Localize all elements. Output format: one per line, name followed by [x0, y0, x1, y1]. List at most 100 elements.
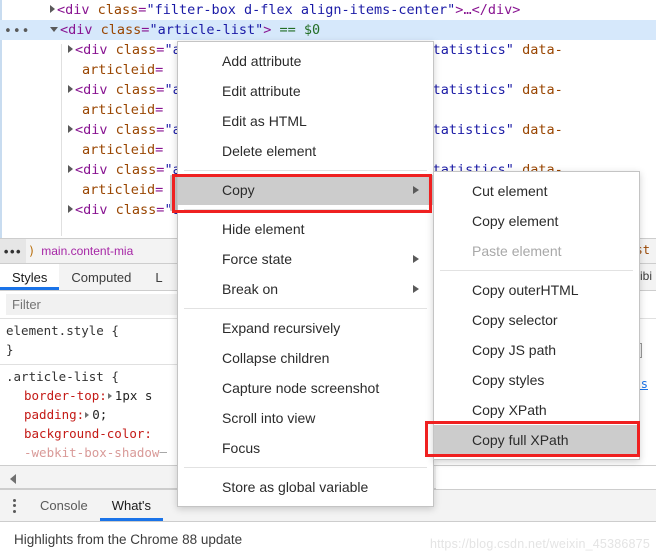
- menu-separator: [184, 308, 427, 309]
- expand-shorthand-icon[interactable]: [85, 412, 90, 418]
- style-value[interactable]: 0;: [92, 407, 107, 422]
- expand-arrow-icon[interactable]: [50, 5, 55, 13]
- style-property: border-top:: [24, 388, 107, 403]
- menu-item-label: Break on: [222, 281, 279, 297]
- menu-item-label: Focus: [222, 440, 261, 456]
- menu-item-break-on[interactable]: Break on: [178, 274, 433, 304]
- menu-item-copy-styles[interactable]: Copy styles: [434, 365, 639, 395]
- kebab-dot: [12, 509, 16, 513]
- style-property: -webkit-box-shadow: [24, 445, 160, 460]
- more-options-icon[interactable]: [0, 490, 28, 521]
- menu-item-copy-js-path[interactable]: Copy JS path: [434, 335, 639, 365]
- tab-layout-truncated[interactable]: L: [143, 264, 174, 290]
- expand-arrow-icon[interactable]: [68, 165, 73, 173]
- dom-row-text: articleid=: [82, 182, 164, 198]
- menu-item-label: Edit as HTML: [222, 113, 307, 129]
- expand-arrow-icon[interactable]: [68, 85, 73, 93]
- menu-item-label: Delete element: [222, 143, 317, 159]
- menu-item-delete-element[interactable]: Delete element: [178, 136, 433, 166]
- menu-item-label: Edit attribute: [222, 83, 301, 99]
- breadcrumb-paren: ): [28, 244, 36, 258]
- menu-item-label: Copy outerHTML: [472, 282, 579, 298]
- tab-computed-label: Computed: [71, 269, 132, 285]
- submenu-arrow-icon: [413, 186, 419, 194]
- menu-item-label: Force state: [222, 251, 293, 267]
- menu-item-label: Capture node screenshot: [222, 380, 380, 396]
- menu-item-copy-selector[interactable]: Copy selector: [434, 305, 639, 335]
- menu-item-hide-element[interactable]: Hide element: [178, 214, 433, 244]
- dom-row[interactable]: <div class="filter-box d-flex align-item…: [0, 0, 656, 20]
- devtools-screenshot: <div class="filter-box d-flex align-item…: [0, 0, 656, 555]
- menu-item-label: Expand recursively: [222, 320, 341, 336]
- collapse-caret-icon[interactable]: [10, 474, 16, 484]
- menu-item-copy[interactable]: Copy: [178, 175, 433, 205]
- submenu-arrow-icon: [413, 285, 419, 293]
- menu-item-scroll-into-view[interactable]: Scroll into view: [178, 403, 433, 433]
- breadcrumb-overflow-icon[interactable]: •••: [0, 239, 26, 263]
- menu-separator: [440, 270, 633, 271]
- splitter-right-section: [436, 466, 656, 490]
- expand-arrow-icon[interactable]: [68, 125, 73, 133]
- menu-item-edit-as-html[interactable]: Edit as HTML: [178, 106, 433, 136]
- dom-row-text: articleid=: [82, 62, 164, 78]
- dom-row-text: articleid=: [82, 142, 164, 158]
- collapse-arrow-icon[interactable]: [50, 26, 58, 32]
- drawer-tab-whats-new-label: What's: [111, 498, 152, 513]
- expand-arrow-icon[interactable]: [68, 45, 73, 53]
- menu-item-copy-outerhtml[interactable]: Copy outerHTML: [434, 275, 639, 305]
- menu-item-collapse-children[interactable]: Collapse children: [178, 343, 433, 373]
- menu-item-cut-element[interactable]: Cut element: [434, 176, 639, 206]
- menu-item-expand-recursively[interactable]: Expand recursively: [178, 313, 433, 343]
- style-property: background-color:: [24, 426, 152, 441]
- menu-item-paste-element: Paste element: [434, 236, 639, 266]
- expand-arrow-icon[interactable]: [68, 205, 73, 213]
- menu-item-label: Copy styles: [472, 372, 545, 388]
- menu-separator: [184, 170, 427, 171]
- drawer-tab-whats-new[interactable]: What's: [99, 490, 164, 521]
- dom-row-text: <div class="article-list"> == $0: [60, 22, 321, 38]
- dom-row-badge[interactable]: •••: [4, 22, 30, 42]
- menu-item-capture-node-screenshot[interactable]: Capture node screenshot: [178, 373, 433, 403]
- menu-item-copy-full-xpath[interactable]: Copy full XPath: [434, 425, 639, 455]
- menu-item-label: Copy XPath: [472, 402, 547, 418]
- menu-separator: [184, 209, 427, 210]
- menu-item-store-as-global-variable[interactable]: Store as global variable: [178, 472, 433, 502]
- menu-item-label: Copy JS path: [472, 342, 557, 358]
- style-property: padding:: [24, 407, 85, 422]
- whats-new-headline: Highlights from the Chrome 88 update: [14, 531, 243, 547]
- menu-item-label: Scroll into view: [222, 410, 316, 426]
- drawer-tab-console[interactable]: Console: [28, 490, 100, 521]
- menu-item-label: Store as global variable: [222, 479, 369, 495]
- style-value[interactable]: 1px s: [115, 388, 153, 403]
- menu-item-focus[interactable]: Focus: [178, 433, 433, 463]
- context-menu[interactable]: Add attribute Edit attribute Edit as HTML D…: [177, 41, 434, 507]
- menu-item-label: Paste element: [472, 243, 562, 259]
- dom-row-text: <div class="filter-box d-flex align-item…: [57, 2, 521, 18]
- menu-item-label: Copy selector: [472, 312, 558, 328]
- menu-item-label: Hide element: [222, 221, 305, 237]
- menu-item-copy-xpath[interactable]: Copy XPath: [434, 395, 639, 425]
- menu-item-add-attribute[interactable]: Add attribute: [178, 46, 433, 76]
- expand-shorthand-icon[interactable]: [107, 393, 112, 399]
- watermark: https://blog.csdn.net/weixin_45386875: [429, 537, 650, 551]
- menu-item-label: Copy full XPath: [472, 432, 569, 448]
- drawer-tab-strip[interactable]: Console What's: [0, 490, 164, 521]
- dom-row-selected[interactable]: ••• <div class="article-list"> == $0: [0, 20, 656, 40]
- menu-item-edit-attribute[interactable]: Edit attribute: [178, 76, 433, 106]
- filter-input[interactable]: [6, 294, 186, 315]
- menu-item-label: Collapse children: [222, 350, 330, 366]
- tab-computed[interactable]: Computed: [59, 264, 143, 290]
- tab-styles-label: Styles: [12, 269, 48, 285]
- tab-styles[interactable]: Styles: [0, 264, 60, 290]
- menu-item-copy-element[interactable]: Copy element: [434, 206, 639, 236]
- menu-item-label: Copy: [222, 182, 255, 198]
- breadcrumb-item-main[interactable]: main.content-mia: [41, 244, 133, 258]
- menu-item-label: Copy element: [472, 213, 559, 229]
- submenu-arrow-icon: [413, 255, 419, 263]
- dom-row-text: articleid=: [82, 102, 164, 118]
- copy-submenu[interactable]: Cut element Copy element Paste element Copy…: [433, 171, 640, 460]
- menu-separator: [184, 467, 427, 468]
- menu-item-force-state[interactable]: Force state: [178, 244, 433, 274]
- menu-item-label: Add attribute: [222, 53, 302, 69]
- drawer-tab-console-label: Console: [40, 498, 88, 513]
